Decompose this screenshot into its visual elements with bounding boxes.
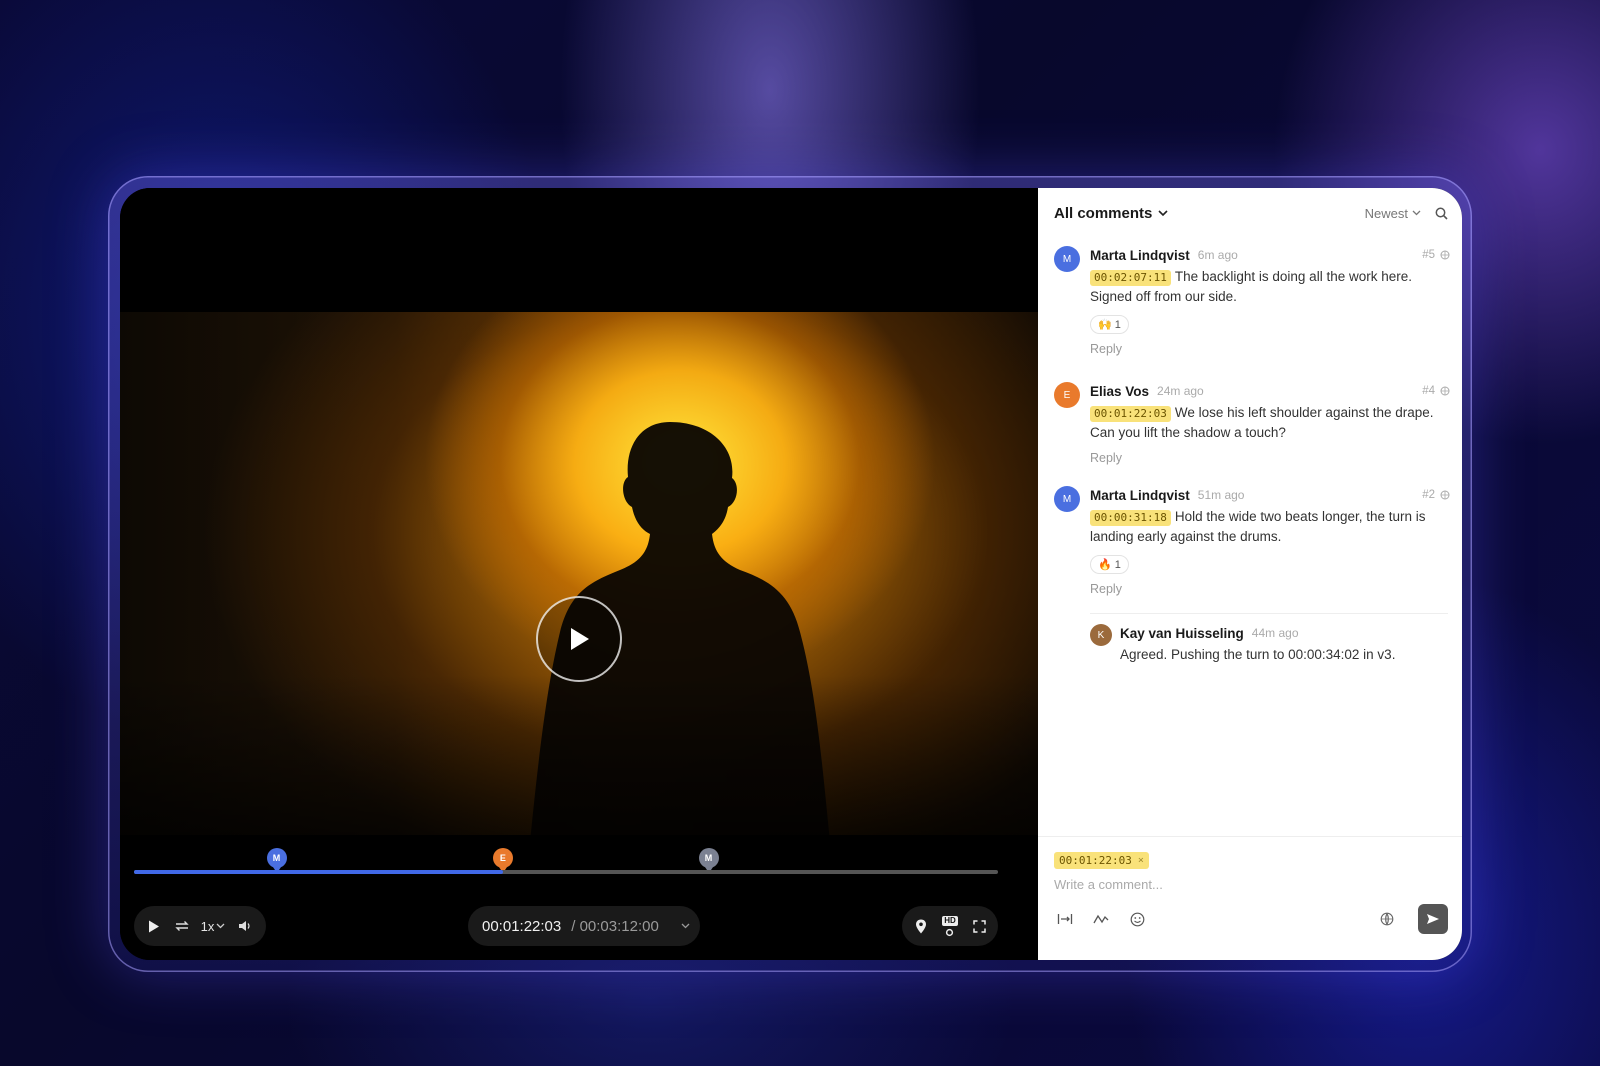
avatar: E bbox=[1054, 382, 1080, 408]
comment-input[interactable] bbox=[1054, 874, 1444, 894]
comment-number-label: #5 bbox=[1422, 249, 1435, 261]
comment-text: 00:02:07:11 The backlight is doing all th… bbox=[1090, 267, 1450, 307]
comment-time: 24m ago bbox=[1157, 384, 1204, 398]
timeline-comment-marker[interactable]: M bbox=[266, 848, 287, 873]
comment-timestamp[interactable]: 00:02:07:11 bbox=[1090, 270, 1171, 286]
composer-timestamp: 00:01:22:03 bbox=[1059, 854, 1132, 867]
loop-button[interactable] bbox=[168, 912, 196, 940]
video-player: M E M 1x 00:01:22:03 / 00:03:12:00 HD bbox=[120, 188, 1038, 960]
comment-time: 51m ago bbox=[1197, 488, 1245, 502]
range-icon bbox=[1057, 914, 1073, 924]
video-frame[interactable] bbox=[120, 312, 1038, 835]
view-controls: HD bbox=[902, 906, 998, 946]
play-overlay-button[interactable] bbox=[536, 596, 622, 682]
globe-icon[interactable] bbox=[1440, 250, 1450, 260]
globe-icon[interactable] bbox=[1440, 490, 1450, 500]
reaction-emoji: 🔥 bbox=[1098, 559, 1112, 571]
reply-author: Kay van Huisseling bbox=[1120, 625, 1244, 641]
comment-author: Marta Lindqvist bbox=[1090, 247, 1190, 263]
speed-label: 1x bbox=[200, 918, 215, 934]
comment-author: Marta Lindqvist bbox=[1090, 487, 1190, 503]
comments-panel: All comments Newest M Marta Lindqvist 6m… bbox=[1038, 188, 1462, 960]
reply-time: 44m ago bbox=[1251, 626, 1299, 640]
current-time: 00:01:22:03 bbox=[482, 917, 562, 935]
timeline-comment-marker[interactable]: M bbox=[698, 848, 719, 873]
comment-timestamp[interactable]: 00:00:31:18 bbox=[1090, 510, 1171, 526]
send-icon bbox=[1427, 914, 1439, 924]
avatar: K bbox=[1090, 624, 1112, 646]
reply-button[interactable]: Reply bbox=[1090, 582, 1122, 596]
marker-initial: M bbox=[272, 853, 281, 863]
comment-time: 6m ago bbox=[1197, 248, 1238, 262]
play-button[interactable] bbox=[140, 912, 168, 940]
comment-number: #4 bbox=[1422, 385, 1450, 397]
reaction-chip[interactable]: 🙌 1 bbox=[1090, 315, 1129, 334]
chevron-down-icon bbox=[216, 923, 225, 929]
timecode-display[interactable]: 00:01:22:03 / 00:03:12:00 bbox=[468, 906, 700, 946]
marker-initial: E bbox=[499, 853, 506, 863]
emoji-button[interactable] bbox=[1126, 908, 1148, 930]
range-button[interactable] bbox=[1054, 908, 1076, 930]
composer-toolbar bbox=[1054, 904, 1448, 934]
sort-dropdown[interactable]: Newest bbox=[1365, 206, 1421, 221]
fullscreen-button[interactable] bbox=[965, 912, 993, 940]
loop-icon bbox=[175, 921, 189, 931]
comment-number-label: #4 bbox=[1422, 385, 1435, 397]
timeline-scrubber[interactable] bbox=[134, 870, 998, 874]
comments-header: All comments Newest bbox=[1054, 198, 1448, 228]
comment-number-label: #2 bbox=[1422, 489, 1435, 501]
reply-button[interactable]: Reply bbox=[1090, 342, 1122, 356]
comment-author: Elias Vos bbox=[1090, 383, 1150, 399]
search-icon bbox=[1435, 207, 1448, 220]
reaction-count: 1 bbox=[1114, 558, 1121, 571]
sort-label: Newest bbox=[1364, 205, 1408, 221]
visibility-button[interactable] bbox=[1376, 908, 1398, 930]
marker-toggle-button[interactable] bbox=[907, 912, 935, 940]
play-icon bbox=[149, 920, 159, 932]
avatar: M bbox=[1054, 486, 1080, 512]
total-time: / 00:03:12:00 bbox=[571, 917, 659, 935]
chevron-down-icon bbox=[1412, 210, 1421, 216]
chevron-down-icon bbox=[681, 923, 690, 929]
comment-text: 00:00:31:18 Hold the wide two beats longe… bbox=[1090, 507, 1450, 547]
chevron-down-icon bbox=[1158, 209, 1168, 216]
timeline-comment-marker[interactable]: E bbox=[492, 848, 513, 873]
reaction-chip[interactable]: 🔥 1 bbox=[1090, 555, 1129, 574]
gear-icon bbox=[946, 928, 954, 936]
reply-button[interactable]: Reply bbox=[1090, 451, 1122, 465]
avatar: M bbox=[1054, 246, 1080, 272]
timeline-progress bbox=[134, 870, 503, 874]
speed-selector[interactable]: 1x bbox=[196, 912, 230, 940]
thread-divider bbox=[1090, 613, 1448, 614]
comment-filter-dropdown[interactable]: All comments bbox=[1054, 205, 1168, 222]
remove-timestamp-button[interactable]: × bbox=[1138, 855, 1144, 866]
reaction-count: 1 bbox=[1114, 318, 1121, 331]
smiley-icon bbox=[1130, 912, 1144, 926]
comment-text: 00:01:22:03 We lose his left shoulder aga… bbox=[1090, 403, 1450, 443]
play-icon bbox=[571, 628, 589, 650]
review-app: M E M 1x 00:01:22:03 / 00:03:12:00 HD All … bbox=[120, 188, 1462, 960]
volume-button[interactable] bbox=[230, 912, 258, 940]
comment-number: #2 bbox=[1422, 489, 1450, 501]
draw-button[interactable] bbox=[1090, 908, 1112, 930]
fullscreen-icon bbox=[973, 919, 986, 933]
search-button[interactable] bbox=[1435, 207, 1448, 220]
reaction-emoji: 🙌 bbox=[1098, 319, 1112, 331]
comment-timestamp[interactable]: 00:01:22:03 bbox=[1090, 406, 1171, 422]
composer-divider bbox=[1038, 836, 1462, 837]
map-pin-icon bbox=[915, 919, 926, 933]
volume-icon bbox=[238, 921, 250, 931]
playback-controls: 1x bbox=[134, 906, 266, 946]
composer-timestamp-chip: 00:01:22:03 × bbox=[1054, 852, 1149, 869]
globe-icon[interactable] bbox=[1440, 386, 1450, 396]
hd-badge: HD bbox=[942, 915, 958, 926]
reply-text: Agreed. Pushing the turn to 00:00:34:02 … bbox=[1120, 647, 1396, 662]
marker-initial: M bbox=[704, 853, 713, 863]
comment-number: #5 bbox=[1422, 249, 1450, 261]
filter-label: All comments bbox=[1054, 204, 1153, 222]
send-button[interactable] bbox=[1418, 904, 1448, 934]
globe-icon bbox=[1380, 912, 1394, 926]
quality-button[interactable]: HD bbox=[936, 912, 964, 940]
draw-icon bbox=[1093, 914, 1109, 924]
